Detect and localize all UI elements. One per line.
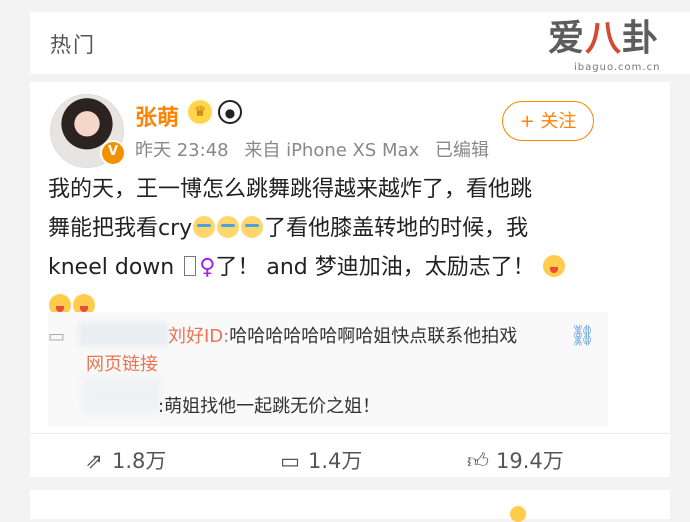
comment-2[interactable]: :萌姐找他一起跳无价之姐！ <box>158 392 380 418</box>
web-link[interactable]: 网页链接 <box>86 350 158 376</box>
repost-count: 1.8万 <box>112 449 167 473</box>
crying-emoji-icon <box>241 216 264 238</box>
post-line-1: 我的天，王一博怎么跳舞跳得越来越炸了，看他跳 <box>48 177 533 202</box>
thumbs-up-icon: 👍︎ <box>467 449 489 473</box>
follow-button[interactable]: + 关注 <box>502 101 594 141</box>
repost-button[interactable]: ⇗ 1.8万 <box>82 445 166 475</box>
comment-1-text: 哈哈哈哈哈哈啊哈姐快点联系他拍戏 <box>229 326 518 347</box>
post-line-2b: 了看他膝盖转地的时候，我 <box>264 216 529 241</box>
watermark-logo: 爱八卦 ibaguo.com.cn <box>548 18 678 76</box>
panda-badge-icon[interactable]: ● <box>218 100 242 124</box>
like-count: 19.4万 <box>496 449 564 473</box>
post-line-3b: 了！ and 梦迪加油，太励志了！ <box>215 255 535 280</box>
comment-bubble-icon: ▭ <box>280 449 300 473</box>
comment-1-user[interactable]: 刘好ID: <box>168 326 229 347</box>
tongue-emoji-icon <box>542 255 565 277</box>
post-source[interactable]: 来自 iPhone XS Max <box>244 140 419 161</box>
post-time: 昨天 23:48 <box>135 140 229 161</box>
comment-count: 1.4万 <box>308 449 363 473</box>
watermark-char-1: 爱 <box>548 18 586 59</box>
blurred-username <box>78 322 168 346</box>
post-line-2: 舞能把我看cry 了看他膝盖转地的时候，我 <box>48 209 608 248</box>
link-icon[interactable]: ⛓ <box>570 323 595 347</box>
like-button[interactable]: 👍︎ 19.4万 <box>466 445 564 475</box>
author-name[interactable]: 张萌 <box>135 100 179 132</box>
edited-label[interactable]: 已编辑 <box>435 140 489 161</box>
female-sign-icon: ♀ <box>199 255 216 280</box>
page-title: 热门 <box>50 33 96 57</box>
post-line-2a: 舞能把我看cry <box>48 216 193 241</box>
watermark-char-2: 八 <box>585 18 623 59</box>
share-icon: ⇗ <box>85 449 103 473</box>
watermark-url: ibaguo.com.cn <box>574 62 661 73</box>
verified-badge-icon: V <box>100 140 126 166</box>
next-post-card <box>30 490 670 519</box>
missing-glyph-icon <box>184 256 197 276</box>
crying-emoji-icon <box>217 216 240 238</box>
comment-1[interactable]: 刘好ID:哈哈哈哈哈哈啊哈姐快点联系他拍戏 <box>168 322 517 348</box>
crying-emoji-icon <box>193 216 216 238</box>
post-meta: 昨天 23:48 来自 iPhone XS Max 已编辑 <box>135 136 499 162</box>
emoji-icon <box>510 506 526 522</box>
post-line-3a: kneel down <box>48 255 175 280</box>
blurred-username <box>82 376 162 414</box>
divider <box>30 433 670 434</box>
post-line-3: kneel down ♀了！ and 梦迪加油，太励志了！ <box>48 248 608 287</box>
comment-button[interactable]: ▭ 1.4万 <box>278 445 362 475</box>
post-text: 我的天，王一博怎么跳舞跳得越来越炸了，看他跳 舞能把我看cry 了看他膝盖转地的时… <box>48 170 608 326</box>
watermark-char-3: 卦 <box>622 18 660 59</box>
crown-badge-icon[interactable]: ♛ <box>188 100 212 124</box>
comment-icon: ▭ <box>48 326 66 347</box>
